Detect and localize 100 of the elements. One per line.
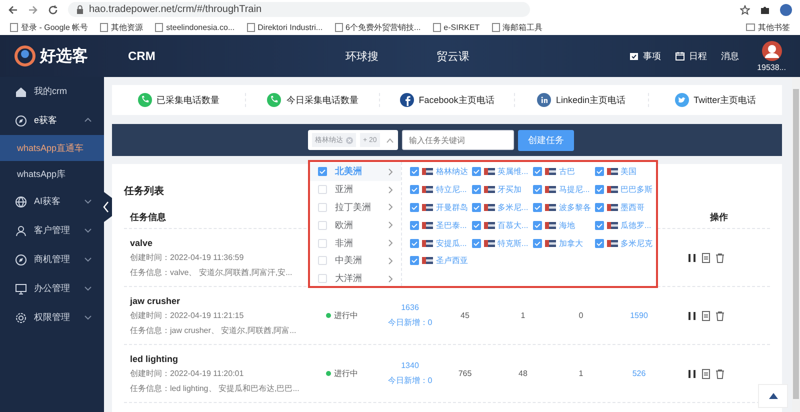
country-option[interactable]: 圣卢西亚 [410,252,472,270]
task-info: 任务信息：led lighting、 安提瓜和巴布达,巴巴... [130,382,300,394]
bookmark[interactable]: 其他书签 [746,22,790,32]
country-option[interactable]: 多米尼... [472,198,533,216]
nav-link[interactable]: CRM [128,49,156,63]
continent-option[interactable]: 欧洲 [310,216,401,234]
stat-label: Twitter主页电话 [694,94,756,106]
status-dot-icon [326,371,331,376]
sidebar-item[interactable]: 我的crm [0,77,104,106]
nav-link[interactable]: 贸云课 [436,48,470,64]
trash-button[interactable] [714,310,726,322]
sidebar-item[interactable]: AI获客 [0,187,104,216]
chevron-right-icon [388,168,393,176]
sidebar-item[interactable]: e获客 [0,106,104,135]
document-button[interactable] [700,368,712,380]
today-new-link[interactable]: 今日新增：0 [388,375,432,386]
bookmark[interactable]: 海邮箱工具 [492,22,543,32]
flag-icon [484,186,494,194]
bookmark[interactable]: Direktori Industri... [246,22,323,32]
today-new-link[interactable]: 今日新增：0 [388,317,432,328]
country-option[interactable]: 百慕大... [472,216,533,234]
country-option[interactable]: 特立尼... [410,180,472,199]
created-time: 创建时间：2022-04-19 11:20:01 [130,368,245,378]
sidebar-subitem[interactable]: whatsApp直通车 [0,135,104,161]
logo-text: 好选客 [40,46,88,66]
country-option[interactable]: 巴巴多斯 [594,180,656,199]
count-link[interactable]: 526 [632,369,646,378]
total-link[interactable]: 1636 [401,303,419,312]
bookmark[interactable]: 6个免费外贸营销技... [334,22,421,32]
continent-option[interactable]: 非洲 [310,234,401,252]
sidebar-item[interactable]: 商机管理 [0,245,104,274]
continent-option[interactable]: 北美洲 [310,163,401,181]
globe-icon [15,196,27,208]
continent-option[interactable]: 亚洲 [310,180,401,199]
bookmark[interactable]: 登录 - Google 帐号 [10,22,88,32]
flag-icon [484,222,494,229]
document-button[interactable] [700,310,712,322]
country-option[interactable]: 圣巴泰... [410,216,472,234]
stat-label: 今日采集电话数量 [286,94,358,106]
country-option[interactable]: 安提瓜... [410,234,472,252]
keyword-field[interactable]: 输入任务关键词 [402,130,514,150]
task-info: 任务信息：jaw crusher、 安道尔,阿联酋,阿富... [130,324,298,336]
nav-link[interactable]: 环球搜 [345,48,378,64]
header-action[interactable]: 事项 [629,50,662,62]
flag-icon [545,240,556,247]
scroll-top-button[interactable] [758,384,788,408]
address-bar[interactable]: hao.tradepower.net/crm/#/throughTrain [68,2,530,17]
trash-icon [715,368,725,378]
continent-option[interactable]: 中美洲 [310,252,401,270]
country-option[interactable]: 特克斯... [472,234,533,252]
country-option[interactable]: 加拿大 [533,234,594,252]
document-button[interactable] [700,252,712,264]
chevron-right-icon [388,221,393,230]
compass-icon [15,254,27,266]
pause-button[interactable] [686,252,698,264]
country-option[interactable]: 牙买加 [472,180,533,199]
continent-option[interactable]: 拉丁美洲 [310,198,401,216]
country-option[interactable]: 瓜德罗... [594,216,656,234]
page-icon [432,22,441,32]
page-icon [10,22,18,32]
country-option[interactable]: 墨西哥 [594,198,656,216]
country-option[interactable]: 英属维... [472,163,533,181]
country-option[interactable]: 格林纳达 [410,163,472,181]
sidebar-item[interactable]: 办公管理 [0,274,104,303]
country-option[interactable]: 海地 [533,216,594,234]
chevron-right-icon [388,274,393,283]
pause-button[interactable] [686,310,698,322]
country-option[interactable]: 波多黎各 [533,198,594,216]
bookmark[interactable]: e-SIRKET [432,22,480,32]
count-link[interactable]: 1590 [630,311,648,320]
continent-option[interactable]: 大洋洲 [310,270,401,288]
total-link[interactable]: 1340 [401,361,419,370]
country-option[interactable]: 古巴 [533,163,594,181]
reload-icon [48,4,58,14]
bookmark[interactable]: steelindonesia.co... [155,22,235,32]
header-action[interactable]: 日程 [675,50,708,62]
header-action[interactable]: 消息 [721,50,740,62]
flag-icon [545,186,556,194]
compass-icon [15,114,27,126]
trash-button[interactable] [714,368,726,380]
sidebar-subitem[interactable]: whatsApp库 [0,161,104,187]
bookmark[interactable]: 其他资源 [100,22,144,32]
document-icon [701,310,711,320]
flag-icon [606,186,618,194]
table-cell: 45 [460,311,470,320]
scrollbar-thumb[interactable] [793,89,799,399]
create-task-button[interactable]: 创建任务 [518,130,574,150]
person-icon [15,224,27,236]
country-option[interactable]: 多米尼克 [594,234,656,252]
sidebar-item[interactable]: 客户管理 [0,216,104,245]
flag-icon [606,168,618,176]
country-option[interactable]: 开曼群岛 [410,198,472,216]
country-option[interactable]: 美国 [594,163,656,181]
pause-button[interactable] [686,368,698,380]
country-option[interactable]: 马提尼... [533,180,594,199]
table-cell: 0 [578,311,584,320]
created-time: 创建时间：2022-04-19 11:36:59 [130,252,245,262]
trash-button[interactable] [714,252,726,264]
sidebar-item[interactable]: 权限管理 [0,303,104,332]
task-list-title: 任务列表 [124,184,164,198]
